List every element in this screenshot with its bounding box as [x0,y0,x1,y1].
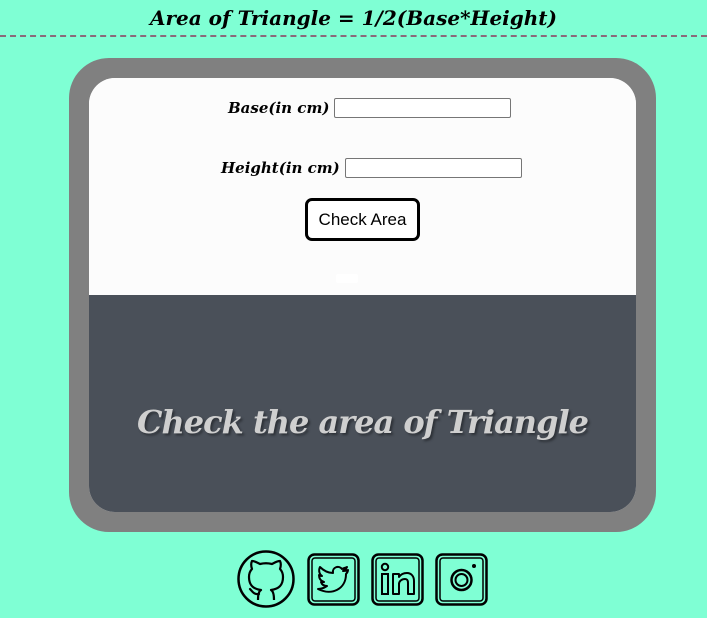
output-message [336,274,358,283]
github-link[interactable] [236,550,296,608]
info-banner: Check the area of Triangle [89,295,636,512]
page-header: Area of Triangle = 1/2(Base*Height) [0,0,707,37]
twitter-icon [307,552,360,606]
linkedin-icon [371,552,424,606]
calculator-card: Base(in cm) Height(in cm) Check Area Che… [89,78,636,512]
social-links [236,550,499,608]
page-title: Area of Triangle = 1/2(Base*Height) [149,6,557,30]
height-label: Height(in cm) [221,159,340,177]
area-form: Base(in cm) Height(in cm) Check Area [89,78,636,295]
twitter-link[interactable] [307,552,360,606]
height-row: Height(in cm) [221,158,522,178]
banner-heading: Check the area of Triangle [137,403,589,441]
linkedin-link[interactable] [371,552,424,606]
base-label: Base(in cm) [228,99,330,117]
github-icon [237,550,295,608]
base-row: Base(in cm) [228,98,512,118]
height-input[interactable] [344,158,522,178]
check-area-button[interactable]: Check Area [305,198,420,241]
base-input[interactable] [334,98,512,118]
instagram-link[interactable] [435,552,488,606]
calculator-frame: Base(in cm) Height(in cm) Check Area Che… [69,58,656,532]
instagram-icon [435,552,488,606]
